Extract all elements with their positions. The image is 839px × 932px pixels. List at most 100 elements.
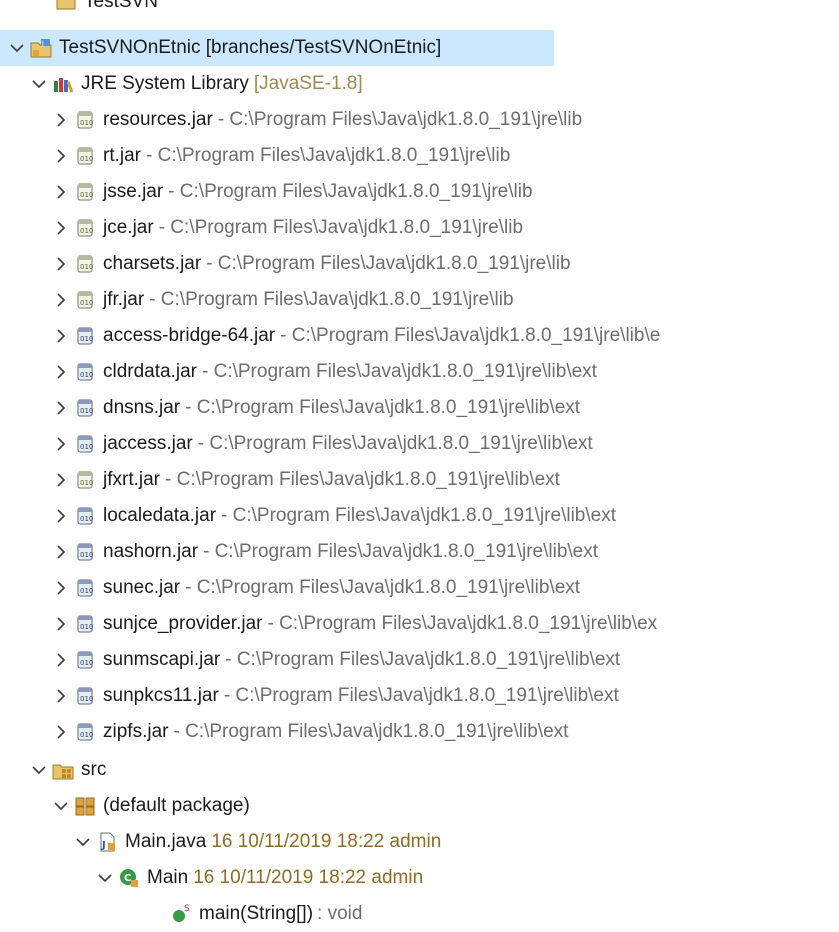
svg-text:010: 010: [80, 731, 93, 739]
chevron-right-icon[interactable]: [52, 354, 70, 390]
tree-item-label: resources.jar: [103, 109, 213, 130]
tree-item-label: charsets.jar: [103, 253, 202, 274]
chevron-right-icon[interactable]: [52, 210, 70, 246]
svg-text:010: 010: [80, 623, 93, 631]
tree-item-label: jsse.jar: [103, 181, 164, 202]
tree-item-jar[interactable]: 010 sunjce_provider.jar - C:\Program Fil…: [0, 606, 839, 642]
chevron-right-icon[interactable]: [52, 498, 70, 534]
chevron-down-icon[interactable]: [30, 752, 48, 788]
tree-item-jar[interactable]: 010 nashorn.jar - C:\Program Files\Java\…: [0, 534, 839, 570]
tree-item-label: jfxrt.jar: [103, 469, 160, 490]
chevron-right-icon[interactable]: [52, 462, 70, 498]
tree-item-jre-library[interactable]: JRE System Library [JavaSE-1.8]: [0, 66, 839, 102]
svg-text:010: 010: [80, 407, 93, 415]
svg-text:010: 010: [80, 335, 93, 343]
svg-text:010: 010: [80, 155, 93, 163]
tree-item-decoration: - C:\Program Files\Java\jdk1.8.0_191\jre…: [206, 253, 571, 274]
tree-item-decoration: 16 10/11/2019 18:22 admin: [193, 867, 424, 888]
tree-item-jar[interactable]: 010 jaccess.jar - C:\Program Files\Java\…: [0, 426, 839, 462]
chevron-right-icon[interactable]: [52, 534, 70, 570]
svg-text:010: 010: [80, 119, 93, 127]
svg-text:C: C: [124, 873, 131, 884]
tree-item-jar[interactable]: 010 sunec.jar - C:\Program Files\Java\jd…: [0, 570, 839, 606]
tree-item-decoration: : void: [317, 903, 363, 924]
folder-icon: [56, 0, 76, 10]
package-icon: [75, 797, 95, 816]
chevron-down-icon[interactable]: [8, 30, 26, 66]
tree-item-src[interactable]: src: [0, 752, 839, 788]
tree-item-main-method[interactable]: S main(String[]) : void: [0, 896, 839, 932]
tree-item-jar[interactable]: 010 rt.jar - C:\Program Files\Java\jdk1.…: [0, 138, 839, 174]
tree-item-testsvn[interactable]: TestSVN: [0, 0, 839, 20]
chevron-down-icon[interactable]: [74, 824, 92, 860]
svg-text:J: J: [101, 840, 106, 851]
jar-icon: 010: [77, 687, 93, 705]
jar-icon: 010: [77, 399, 93, 417]
twisty-none: [33, 0, 51, 20]
tree-item-jar[interactable]: 010 charsets.jar - C:\Program Files\Java…: [0, 246, 839, 282]
tree-item-jar[interactable]: 010 jfr.jar - C:\Program Files\Java\jdk1…: [0, 282, 839, 318]
tree-item-decoration: - C:\Program Files\Java\jdk1.8.0_191\jre…: [197, 433, 593, 454]
tree-item-label: localedata.jar: [103, 505, 217, 526]
svg-text:010: 010: [80, 371, 93, 379]
tree-item-decoration: - C:\Program Files\Java\jdk1.8.0_191\jre…: [158, 217, 524, 238]
jar-icon: 010: [77, 543, 93, 561]
svg-text:010: 010: [80, 263, 93, 271]
tree-item-jar[interactable]: 010 jce.jar - C:\Program Files\Java\jdk1…: [0, 210, 839, 246]
tree-item-decoration: - C:\Program Files\Java\jdk1.8.0_191\jre…: [185, 397, 581, 418]
tree-item-decoration: - C:\Program Files\Java\jdk1.8.0_191\jre…: [168, 181, 533, 202]
chevron-right-icon[interactable]: [52, 606, 70, 642]
tree-item-jar[interactable]: 010 cldrdata.jar - C:\Program Files\Java…: [0, 354, 839, 390]
svg-text:010: 010: [80, 659, 93, 667]
tree-item-decoration: 16 10/11/2019 18:22 admin: [211, 831, 442, 852]
tree-item-label: rt.jar: [103, 145, 141, 166]
chevron-down-icon[interactable]: [30, 66, 48, 102]
tree-item-jar[interactable]: 010 localedata.jar - C:\Program Files\Ja…: [0, 498, 839, 534]
chevron-right-icon[interactable]: [52, 714, 70, 750]
chevron-right-icon[interactable]: [52, 282, 70, 318]
chevron-right-icon[interactable]: [52, 426, 70, 462]
jar-src-icon: 010: [77, 471, 93, 489]
tree-item-label: src: [81, 759, 107, 780]
chevron-down-icon[interactable]: [96, 860, 114, 896]
tree-item-default-package[interactable]: (default package): [0, 788, 839, 824]
chevron-down-icon[interactable]: [52, 788, 70, 824]
chevron-right-icon[interactable]: [52, 642, 70, 678]
tree-item-decoration: - C:\Program Files\Java\jdk1.8.0_191\jre…: [185, 577, 581, 598]
source-folder-icon: [52, 764, 74, 780]
chevron-right-icon[interactable]: [52, 102, 70, 138]
svg-text:010: 010: [80, 551, 93, 559]
chevron-right-icon[interactable]: [52, 174, 70, 210]
tree-item-jar[interactable]: 010 resources.jar - C:\Program Files\Jav…: [0, 102, 839, 138]
tree-item-jar[interactable]: 010 jfxrt.jar - C:\Program Files\Java\jd…: [0, 462, 839, 498]
tree-item-jar[interactable]: 010 sunpkcs11.jar - C:\Program Files\Jav…: [0, 678, 839, 714]
svg-text:S: S: [184, 904, 190, 914]
chevron-right-icon[interactable]: [52, 318, 70, 354]
tree-item-main-class[interactable]: C Main 16 10/11/2019 18:22 admin: [0, 860, 839, 896]
svg-text:J: J: [41, 40, 44, 47]
chevron-right-icon[interactable]: [52, 570, 70, 606]
jar-src-icon: 010: [77, 183, 93, 201]
package-explorer-tree: TestSVN J TestSVNOnEtnic [branches/TestS…: [0, 0, 839, 930]
library-icon: [54, 78, 74, 93]
jar-icon: 010: [77, 507, 93, 525]
tree-item-jar[interactable]: 010 jsse.jar - C:\Program Files\Java\jdk…: [0, 174, 839, 210]
tree-item-project[interactable]: J TestSVNOnEtnic [branches/TestSVNOnEtni…: [0, 30, 554, 66]
tree-item-jar[interactable]: 010 dnsns.jar - C:\Program Files\Java\jd…: [0, 390, 839, 426]
tree-item-label: dnsns.jar: [103, 397, 181, 418]
chevron-right-icon[interactable]: [52, 390, 70, 426]
tree-item-decoration: - C:\Program Files\Java\jdk1.8.0_191\jre…: [267, 613, 658, 634]
tree-item-decoration: - C:\Program Files\Java\jdk1.8.0_191\jre…: [173, 721, 569, 742]
tree-item-main-java[interactable]: J Main.java 16 10/11/2019 18:22 admin: [0, 824, 839, 860]
tree-item-jar[interactable]: 010 access-bridge-64.jar - C:\Program Fi…: [0, 318, 839, 354]
tree-item-label: sunjce_provider.jar: [103, 613, 263, 634]
chevron-right-icon[interactable]: [52, 246, 70, 282]
tree-item-jar[interactable]: 010 sunmscapi.jar - C:\Program Files\Jav…: [0, 642, 839, 678]
tree-item-jar[interactable]: 010 zipfs.jar - C:\Program Files\Java\jd…: [0, 714, 839, 750]
jar-src-icon: 010: [77, 111, 93, 129]
tree-item-decoration: - C:\Program Files\Java\jdk1.8.0_191\jre…: [217, 109, 583, 130]
chevron-right-icon[interactable]: [52, 678, 70, 714]
chevron-right-icon[interactable]: [52, 138, 70, 174]
java-file-icon: J: [100, 832, 115, 852]
tree-item-decoration: - C:\Program Files\Java\jdk1.8.0_191\jre…: [165, 469, 560, 490]
